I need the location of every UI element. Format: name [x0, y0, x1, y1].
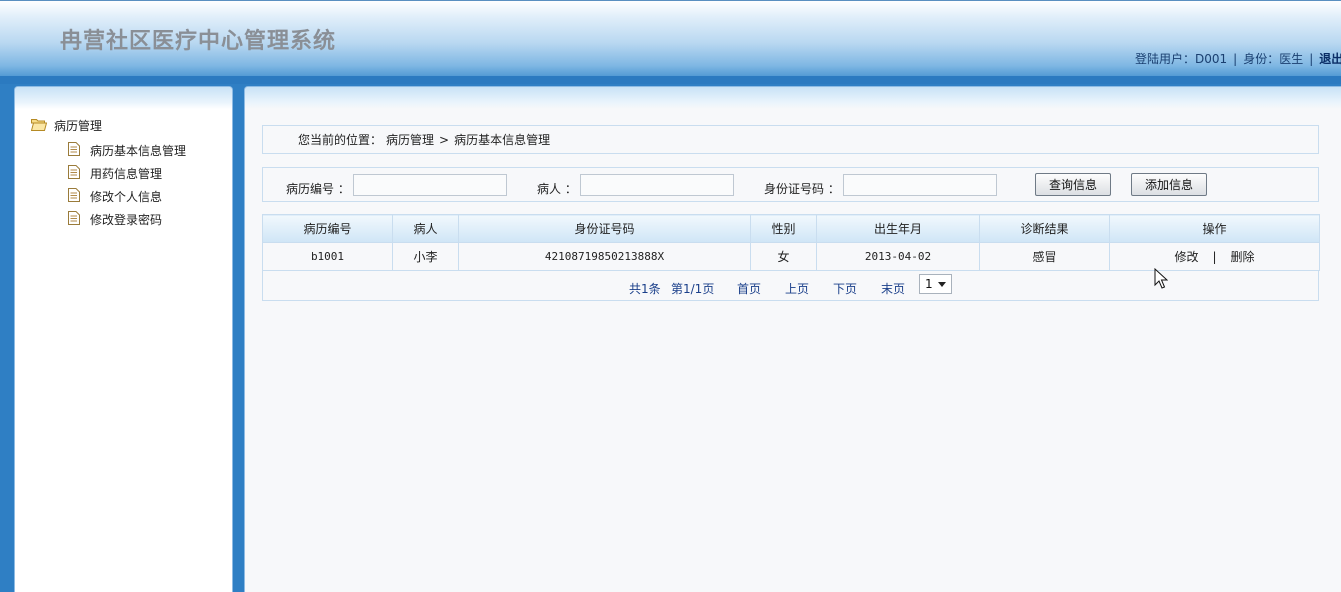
sidebar-item-edit-profile[interactable]: 修改个人信息	[68, 188, 162, 205]
next-page-link[interactable]: 下页	[833, 280, 857, 297]
app-title: 冉营社区医疗中心管理系统	[60, 28, 337, 54]
folder-open-icon	[30, 118, 48, 134]
cell-actions: 修改 | 删除	[1109, 242, 1320, 271]
logged-in-user: 登陆用户：D001	[1135, 52, 1228, 66]
page-info: 第1/1页	[671, 282, 715, 296]
sidebar-group-label: 病历管理	[54, 119, 103, 133]
column-header: 出生年月	[816, 214, 980, 243]
patient-input[interactable]	[580, 174, 734, 196]
table-header-row: 病历编号 病人 身份证号码 性别 出生年月 诊断结果 操作	[262, 214, 1320, 243]
sidebar-item-change-password[interactable]: 修改登录密码	[68, 211, 162, 228]
page-select-value: 1	[925, 277, 933, 291]
document-icon	[68, 188, 80, 205]
column-header: 诊断结果	[979, 214, 1110, 243]
separator: |	[1233, 52, 1238, 66]
user-role: 身份：医生	[1243, 52, 1304, 66]
id-number-input[interactable]	[843, 174, 997, 196]
chevron-down-icon	[938, 282, 946, 287]
sidebar-item-label: 修改登录密码	[90, 213, 163, 227]
main-panel: 您当前的位置： 病历管理 > 病历基本信息管理 病历编号 ： 病人 ： 身份证号…	[244, 86, 1341, 592]
add-button[interactable]: 添加信息	[1131, 173, 1207, 196]
prev-page-link[interactable]: 上页	[785, 280, 809, 297]
record-no-input[interactable]	[353, 174, 507, 196]
header-banner: 冉营社区医疗中心管理系统 登陆用户：D001 | 身份：医生 | 退出	[0, 0, 1341, 77]
user-info-bar: 登陆用户：D001 | 身份：医生 | 退出	[1135, 50, 1341, 67]
breadcrumb-level-1: 病历管理	[386, 133, 435, 147]
patient-label: 病人 ：	[537, 182, 577, 196]
sidebar: 病历管理 病历基本信息管理 用药信息管理 修改个人信息 修改登录密码	[14, 86, 233, 592]
sidebar-item-label: 修改个人信息	[90, 190, 163, 204]
document-icon	[68, 165, 80, 182]
breadcrumb-separator: >	[439, 132, 450, 147]
sidebar-group-medical-records[interactable]: 病历管理	[30, 117, 103, 134]
separator: |	[1212, 250, 1217, 264]
document-icon	[68, 211, 80, 228]
page-select[interactable]: 1	[919, 274, 952, 294]
breadcrumb: 您当前的位置： 病历管理 > 病历基本信息管理	[262, 125, 1319, 154]
sidebar-item-label: 病历基本信息管理	[90, 144, 187, 158]
cell-birth: 2013-04-02	[816, 242, 980, 271]
breadcrumb-level-2: 病历基本信息管理	[454, 133, 551, 147]
query-button[interactable]: 查询信息	[1035, 173, 1111, 196]
sidebar-item-label: 用药信息管理	[90, 167, 163, 181]
search-bar: 病历编号 ： 病人 ： 身份证号码 ： 查询信息 添加信息	[262, 167, 1319, 202]
sidebar-item-record-basic-info[interactable]: 病历基本信息管理	[68, 142, 186, 159]
cell-patient: 小李	[392, 242, 459, 271]
table-row: b1001 小李 42108719850213888X 女 2013-04-02…	[262, 242, 1320, 271]
mouse-pointer-icon	[1154, 267, 1169, 293]
document-icon	[68, 142, 80, 159]
edit-link[interactable]: 修改	[1174, 250, 1198, 264]
breadcrumb-prefix: 您当前的位置：	[298, 133, 383, 147]
total-count: 共1条	[629, 282, 661, 296]
first-page-link[interactable]: 首页	[737, 280, 761, 297]
column-header: 性别	[750, 214, 817, 243]
column-header: 病人	[392, 214, 459, 243]
sidebar-header	[15, 87, 232, 109]
cell-record-no: b1001	[262, 242, 393, 271]
records-table: 病历编号 病人 身份证号码 性别 出生年月 诊断结果 操作 b1001 小李 4…	[262, 214, 1320, 271]
cell-diagnosis: 感冒	[979, 242, 1110, 271]
separator: |	[1309, 52, 1314, 66]
last-page-link[interactable]: 末页	[881, 280, 905, 297]
logout-link[interactable]: 退出	[1319, 52, 1341, 66]
delete-link[interactable]: 删除	[1231, 250, 1255, 264]
sidebar-item-medication-info[interactable]: 用药信息管理	[68, 165, 162, 182]
column-header: 身份证号码	[458, 214, 751, 243]
column-header: 操作	[1109, 214, 1320, 243]
cell-gender: 女	[750, 242, 817, 271]
main-panel-header	[245, 87, 1341, 109]
record-no-label: 病历编号 ：	[286, 182, 350, 196]
column-header: 病历编号	[262, 214, 393, 243]
header-divider	[0, 76, 1341, 84]
id-number-label: 身份证号码 ：	[764, 182, 840, 196]
cell-id-number: 42108719850213888X	[458, 242, 751, 271]
